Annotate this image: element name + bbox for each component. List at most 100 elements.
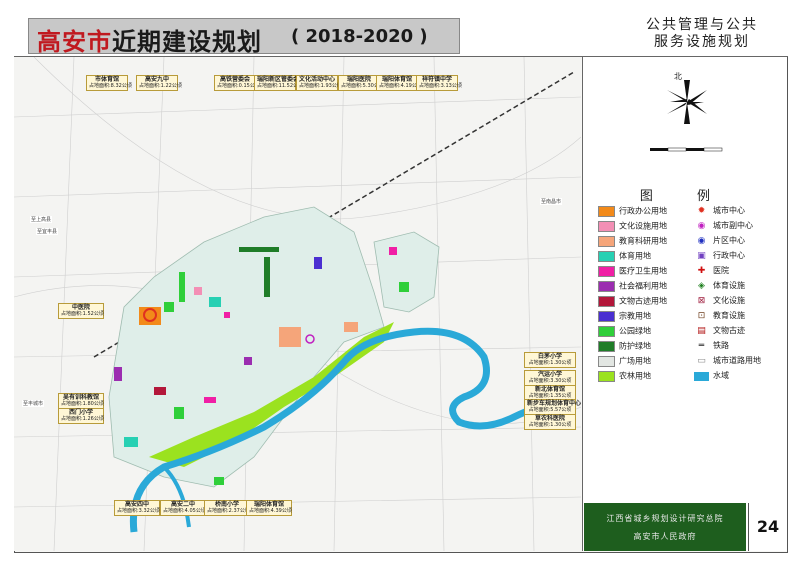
facility-area: 占地面积:3.30公顷 xyxy=(528,378,572,384)
facility-tag: 草农科医院 占地面积:1.30公顷 xyxy=(524,414,576,430)
education-facility-icon: ⊡ xyxy=(697,310,706,321)
facility-tag: 瑞阳新区管委会 占地面积:11.52公顷 xyxy=(254,75,303,91)
title-rest: 近期建设规划 xyxy=(112,28,262,56)
place-label: 至南昌市 xyxy=(540,198,563,205)
legend-item: ◈ 体育设施 xyxy=(694,281,745,295)
legend-label: 农林用地 xyxy=(619,371,651,381)
facility-area: 占地面积:1.26公顷 xyxy=(61,416,104,422)
facility-tag: 新步车规划体育中心 占地面积:5.57公顷 xyxy=(524,399,581,415)
facility-tag: 文化活动中心 占地面积:1.93公顷 xyxy=(296,75,342,91)
legend-label: 公园绿地 xyxy=(619,326,651,336)
facility-area: 占地面积:1.30公顷 xyxy=(528,422,572,428)
subtitle-line1: 公共管理与公共 xyxy=(646,17,758,33)
legend-label: 广场用地 xyxy=(619,356,651,366)
legend-item: 宗教用地 xyxy=(598,311,651,325)
place-label: 至丰城市 xyxy=(22,400,45,407)
facility-tag: 高铁营委会 占地面积:0.15公顷 xyxy=(214,75,260,91)
legend-swatch xyxy=(598,296,615,307)
legend-label: 文物古迹 xyxy=(713,326,745,335)
facility-area: 占地面积:1.22公顷 xyxy=(139,83,182,89)
facility-tag: 高安二中 占地面积:4.05公顷 xyxy=(160,500,206,516)
legend-item: 广场用地 xyxy=(598,356,651,370)
legend-swatch xyxy=(598,281,615,292)
facility-area: 占地面积:5.57公顷 xyxy=(528,407,572,413)
scale-bar xyxy=(650,147,723,152)
legend-item: ▭ 城市道路用地 xyxy=(694,356,761,370)
legend-label: 文化设施用地 xyxy=(619,221,667,231)
legend-item: 社会福利用地 xyxy=(598,281,667,295)
legend-title: 图 例 xyxy=(639,189,731,204)
heritage-icon: ▤ xyxy=(697,325,706,336)
facility-tag: 瑞阳医院 占地面积:5.30公顷 xyxy=(338,75,384,91)
legend-item: ◉ 片区中心 xyxy=(694,236,745,250)
legend-label: 片区中心 xyxy=(713,236,745,245)
facility-tag: 白茅小学 占地面积:1.30公顷 xyxy=(524,352,576,368)
legend-item: 体育用地 xyxy=(598,251,651,265)
legend-swatch xyxy=(598,341,615,352)
footer-government: 高安市人民政府 xyxy=(633,532,697,541)
legend-label: 城市中心 xyxy=(713,206,745,215)
facility-area: 占地面积:3.13公顷 xyxy=(419,83,462,89)
legend-item: ▣ 行政中心 xyxy=(694,251,745,265)
admin-center-icon: ▣ xyxy=(697,250,706,261)
page-number: 24 xyxy=(748,503,787,551)
legend-swatch xyxy=(598,236,615,247)
legend-swatch xyxy=(598,266,615,277)
legend-item: 教育科研用地 xyxy=(598,236,667,250)
facility-tag: 桥南小学 占地面积:2.37公顷 xyxy=(204,500,250,516)
legend-item: ⊠ 文化设施 xyxy=(694,296,745,310)
road-icon: ▭ xyxy=(697,355,706,366)
water-icon xyxy=(694,371,709,381)
legend-label: 城市副中心 xyxy=(713,221,753,230)
compass-rose-icon xyxy=(667,80,707,124)
railway-icon: ═ xyxy=(698,340,705,351)
legend-item: ✹ 城市中心 xyxy=(694,206,745,220)
legend-label: 行政中心 xyxy=(713,251,745,260)
facility-area: 占地面积:3.32公顷 xyxy=(117,508,160,514)
facility-tag: 西门小学 占地面积:1.26公顷 xyxy=(58,408,104,424)
legend-label: 社会福利用地 xyxy=(619,281,667,291)
legend-label: 行政办公用地 xyxy=(619,206,667,216)
subtitle: 公共管理与公共 服务设施规划 xyxy=(632,17,772,51)
legend-label: 体育用地 xyxy=(619,251,651,261)
place-label: 至上高县 xyxy=(30,216,53,223)
legend-label: 文化设施 xyxy=(713,296,745,305)
sub-center-icon: ◉ xyxy=(697,220,706,231)
facility-tag: 瑞阳体育馆 占地面积:4.19公顷 xyxy=(376,75,422,91)
legend-swatch xyxy=(598,221,615,232)
city-center-icon: ✹ xyxy=(697,205,706,216)
facility-area: 占地面积:4.05公顷 xyxy=(163,508,206,514)
legend-label: 水域 xyxy=(713,371,729,380)
facility-area: 占地面积:1.93公顷 xyxy=(299,83,342,89)
culture-facility-icon: ⊠ xyxy=(697,295,706,306)
facility-tag: 汽运小学 占地面积:3.30公顷 xyxy=(524,370,576,386)
legend-item: 公园绿地 xyxy=(598,326,651,340)
legend-item: 防护绿地 xyxy=(598,341,651,355)
footer-institute: 江西省城乡规划设计研究总院 xyxy=(606,514,724,523)
legend-item: ▤ 文物古迹 xyxy=(694,326,745,340)
footer-credits: 江西省城乡规划设计研究总院 高安市人民政府 xyxy=(584,503,746,551)
hospital-icon: ✚ xyxy=(697,265,706,276)
title-city: 高安市 xyxy=(37,28,112,56)
page-title: 高安市近期建设规划 xyxy=(37,22,262,57)
facility-tag: 吴有训科教馆 占地面积:1.80公顷 xyxy=(58,393,104,409)
legend-label: 教育科研用地 xyxy=(619,236,667,246)
legend: 图 例 行政办公用地 文化设施用地 教育科研用地 体育用地 医疗卫生用地 社会福利用地 文物… xyxy=(590,182,780,388)
title-year: ( 2018-2020 ) xyxy=(291,26,428,47)
legend-swatch xyxy=(598,206,615,217)
legend-label: 教育设施 xyxy=(713,311,745,320)
legend-item: 水域 xyxy=(694,371,729,385)
facility-area: 占地面积:4.39公顷 xyxy=(249,508,292,514)
legend-label: 防护绿地 xyxy=(619,341,651,351)
north-district xyxy=(373,231,440,313)
legend-label: 城市道路用地 xyxy=(713,356,761,365)
header: 高安市近期建设规划 ( 2018-2020 ) 公共管理与公共 服务设施规划 xyxy=(14,14,788,57)
legend-item: 行政办公用地 xyxy=(598,206,667,220)
title-panel: 高安市近期建设规划 ( 2018-2020 ) xyxy=(28,18,460,57)
facility-tag: 中医院 占地面积:1.52公顷 xyxy=(58,303,104,319)
legend-label: 宗教用地 xyxy=(619,311,651,321)
legend-label: 文物古迹用地 xyxy=(619,296,667,306)
facility-area: 占地面积:8.32公顷 xyxy=(89,83,132,89)
legend-item: ✚ 医院 xyxy=(694,266,729,280)
legend-label: 体育设施 xyxy=(713,281,745,290)
